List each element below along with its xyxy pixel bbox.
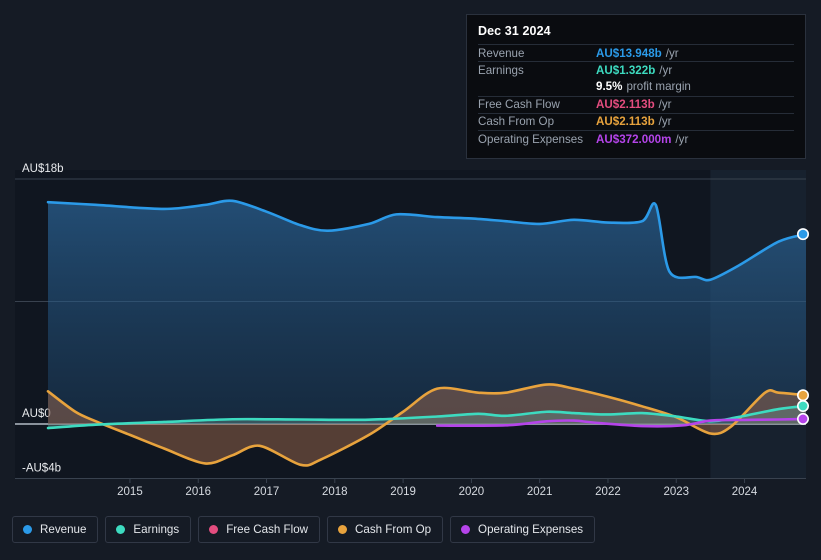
legend-item-label: Earnings <box>133 523 180 536</box>
tooltip-row-suffix: /yr <box>659 63 673 77</box>
legend-item-operating-expenses[interactable]: Operating Expenses <box>450 516 596 543</box>
legend-color-dot-icon <box>209 525 219 534</box>
legend-item-earnings[interactable]: Earnings <box>105 516 192 543</box>
tooltip-row: Free Cash Flow AU$2.113b/yr <box>478 95 794 113</box>
x-axis-tick-label: 2023 <box>663 486 689 498</box>
tooltip-row-value: 9.5% <box>596 80 623 94</box>
tooltip-date: Dec 31 2024 <box>478 24 551 38</box>
tooltip-row-label: Operating Expenses <box>478 132 584 146</box>
tooltip-row-label: Free Cash Flow <box>478 98 560 112</box>
x-axis-tick-label: 2017 <box>254 486 280 498</box>
x-axis-tick-label: 2015 <box>117 486 143 498</box>
tooltip-row-value: AU$372.000m <box>596 132 672 146</box>
tooltip-row-suffix: /yr <box>675 132 689 146</box>
tooltip-row-label: Revenue <box>478 46 525 60</box>
tooltip-row-suffix: /yr <box>665 46 679 60</box>
endpoint-marker-operating-expenses[interactable] <box>796 412 809 425</box>
legend-item-label: Cash From Op <box>355 523 432 536</box>
legend-item-label: Operating Expenses <box>478 523 584 536</box>
legend-item-revenue[interactable]: Revenue <box>12 516 99 543</box>
x-axis-tick-label: 2018 <box>322 486 348 498</box>
tooltip-row-suffix: profit margin <box>626 80 691 94</box>
legend-item-label: Revenue <box>40 523 87 536</box>
y-axis-label: -AU$4b <box>22 462 61 474</box>
financial-chart-page: AU$18b AU$0 -AU$4b 2015 2016 2017 2018 2019 2020… <box>0 0 821 560</box>
legend-item-cash-from-op[interactable]: Cash From Op <box>327 516 444 543</box>
y-axis-label: AU$0 <box>22 408 51 420</box>
x-axis-tick-label: 2016 <box>185 486 211 498</box>
legend-color-dot-icon <box>23 525 32 534</box>
tooltip-row-suffix: /yr <box>658 98 672 112</box>
tooltip-row-label: Cash From Op <box>478 115 555 129</box>
endpoint-marker-cash-from-op[interactable] <box>796 389 809 402</box>
chart-legend: Revenue Earnings Free Cash Flow Cash From O… <box>12 516 596 543</box>
endpoint-marker-revenue[interactable] <box>796 228 809 241</box>
y-axis-label: AU$18b <box>22 163 64 175</box>
chart-tooltip: Dec 31 2024 Revenue AU$13.948b/yr Earnings… <box>466 14 806 159</box>
legend-color-dot-icon <box>338 525 348 534</box>
tooltip-row: Earnings AU$1.322b/yr <box>478 61 794 78</box>
tooltip-row-suffix: /yr <box>658 115 672 129</box>
x-axis-tick-label: 2022 <box>595 486 621 498</box>
tooltip-row-value: AU$2.113b <box>596 115 655 129</box>
x-axis-tick-label: 2019 <box>390 486 416 498</box>
x-axis-tick-label: 2024 <box>732 486 758 498</box>
legend-item-free-cash-flow[interactable]: Free Cash Flow <box>198 516 321 543</box>
tooltip-row-value: AU$2.113b <box>596 98 655 112</box>
tooltip-row: Operating Expenses AU$372.000m/yr <box>478 129 794 147</box>
legend-color-dot-icon <box>116 525 126 534</box>
tooltip-row-label: Earnings <box>478 63 524 77</box>
tooltip-row: 9.5% profit margin <box>478 78 794 95</box>
tooltip-row-value: AU$13.948b <box>596 46 662 60</box>
endpoint-marker-earnings[interactable] <box>796 400 809 413</box>
x-axis-tick-label: 2021 <box>527 486 553 498</box>
tooltip-rows: Revenue AU$13.948b/yr Earnings AU$1.322b/yr… <box>478 44 794 147</box>
legend-color-dot-icon <box>461 525 471 534</box>
tooltip-row: Cash From Op AU$2.113b/yr <box>478 112 794 130</box>
x-axis-tick-label: 2020 <box>459 486 485 498</box>
tooltip-row-value: AU$1.322b <box>596 63 656 77</box>
tooltip-row: Revenue AU$13.948b/yr <box>478 44 794 61</box>
legend-item-label: Free Cash Flow <box>226 523 309 536</box>
